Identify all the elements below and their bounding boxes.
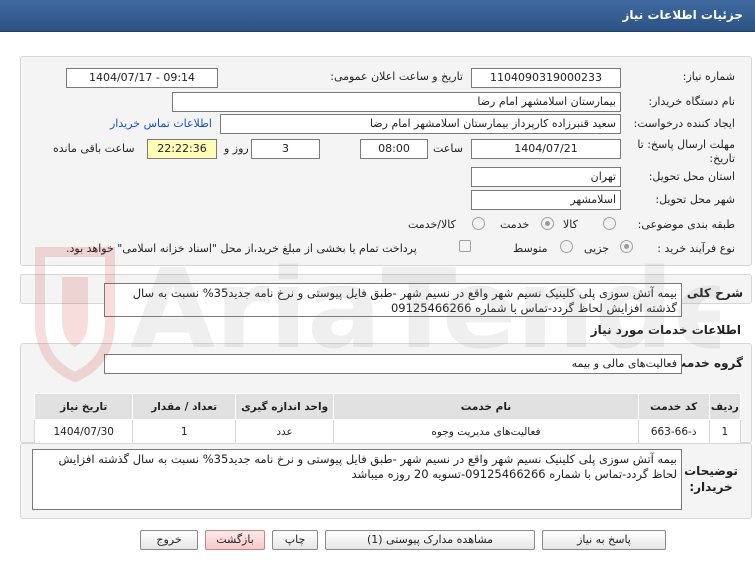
province-label: استان محل تحویل:: [648, 170, 735, 183]
remaining-time-label: ساعت باقی مانده: [53, 142, 135, 155]
treasury-payment-note: پرداخت تمام یا بخشی از مبلغ خرید،از محل …: [66, 242, 417, 255]
cell-row-number: 1: [708, 419, 742, 444]
col-row-number: ردیف: [708, 393, 742, 420]
services-table: ردیف کد خدمت نام خدمت واحد اندازه گیری ت…: [33, 393, 742, 444]
col-need-date: تاریخ نیاز: [33, 393, 134, 420]
col-service-name: نام خدمت: [333, 393, 639, 420]
deadline-time-field: 08:00: [360, 139, 428, 159]
category-option-goods-service: کالا/خدمت: [408, 218, 456, 231]
creator-label: ایجاد کننده درخواست:: [633, 117, 735, 130]
category-radio-goods[interactable]: [603, 217, 616, 230]
cell-service-name: فعالیت‌های مدیریت وجوه: [333, 419, 639, 444]
col-service-code: کد خدمت: [637, 393, 710, 420]
cell-service-code: ذ-66-663: [637, 419, 710, 444]
page-header: جزئیات اطلاعات نیاز: [0, 0, 755, 32]
service-group-field: فعالیت‌های مالی و بیمه: [104, 354, 682, 374]
deadline-date-field: 1404/07/21: [471, 139, 621, 159]
services-section-title: اطلاعات خدمات مورد نیاز: [590, 323, 741, 337]
city-label: شهر محل تحویل:: [655, 193, 735, 206]
page-title: جزئیات اطلاعات نیاز: [622, 8, 743, 22]
category-radio-goods-service[interactable]: [472, 217, 485, 230]
cell-need-date: 1404/07/30: [33, 419, 134, 444]
buyer-org-label: نام دستگاه خریدار:: [648, 95, 735, 108]
reply-to-need-button[interactable]: پاسخ به نیاز: [542, 530, 666, 550]
process-option-minor: جزیی: [584, 242, 610, 255]
services-table-header: ردیف کد خدمت نام خدمت واحد اندازه گیری ت…: [33, 393, 742, 420]
print-button[interactable]: چاپ: [272, 530, 318, 550]
exit-button[interactable]: خروج: [140, 530, 198, 550]
buyer-contact-link[interactable]: اطلاعات تماس خریدار: [110, 117, 212, 130]
need-number-label: شماره نیاز:: [682, 70, 735, 83]
back-button[interactable]: بازگشت: [205, 530, 265, 550]
process-option-medium: متوسط: [513, 242, 548, 255]
need-number-field: 1104090319000233: [471, 68, 621, 88]
category-label: طبقه بندی موضوعی:: [637, 218, 735, 231]
deadline-label: مهلت ارسال پاسخ: تا تاریخ:: [637, 138, 735, 165]
deadline-time-label: ساعت: [433, 142, 463, 155]
process-radio-minor[interactable]: [620, 240, 633, 253]
province-field: تهران: [471, 167, 621, 187]
buyer-notes-text: بیمه آتش سوزی پلی کلینیک نسیم شهر واقع د…: [32, 449, 682, 510]
cell-unit: عدد: [234, 419, 335, 444]
treasury-payment-checkbox[interactable]: [459, 240, 471, 252]
process-label: نوع فرآیند خرید :: [657, 242, 735, 255]
category-option-service: خدمت: [500, 218, 530, 231]
remaining-time-field: 22:22:36: [147, 139, 217, 159]
buyer-org-field: بیمارستان اسلامشهر امام رضا: [172, 92, 621, 112]
col-quantity: تعداد / مقدار: [132, 393, 236, 420]
table-row: 1 ذ-66-663 فعالیت‌های مدیریت وجوه عدد 1 …: [33, 419, 742, 444]
announce-date-field: 1404/07/17 - 09:14: [66, 68, 218, 88]
cell-quantity: 1: [132, 419, 236, 444]
days-label: روز و: [224, 142, 249, 155]
view-attachments-button[interactable]: مشاهده مدارک پیوستی (1): [325, 530, 535, 550]
buyer-notes-label: توضیحات خریدار:: [684, 464, 738, 494]
need-description-text: بیمه آتش سوزی پلی کلینیک نسیم شهر واقع د…: [104, 283, 682, 317]
process-radio-medium[interactable]: [560, 240, 573, 253]
category-radio-service[interactable]: [541, 217, 554, 230]
announce-date-label: تاریخ و ساعت اعلان عمومی:: [330, 70, 463, 83]
city-field: اسلامشهر: [471, 190, 621, 210]
days-remaining-field: 3: [251, 139, 320, 159]
creator-field: سعید قنبرزاده کارپرداز بیمارستان اسلامشه…: [220, 114, 621, 134]
category-option-goods: کالا: [563, 218, 578, 231]
col-unit: واحد اندازه گیری: [234, 393, 335, 420]
